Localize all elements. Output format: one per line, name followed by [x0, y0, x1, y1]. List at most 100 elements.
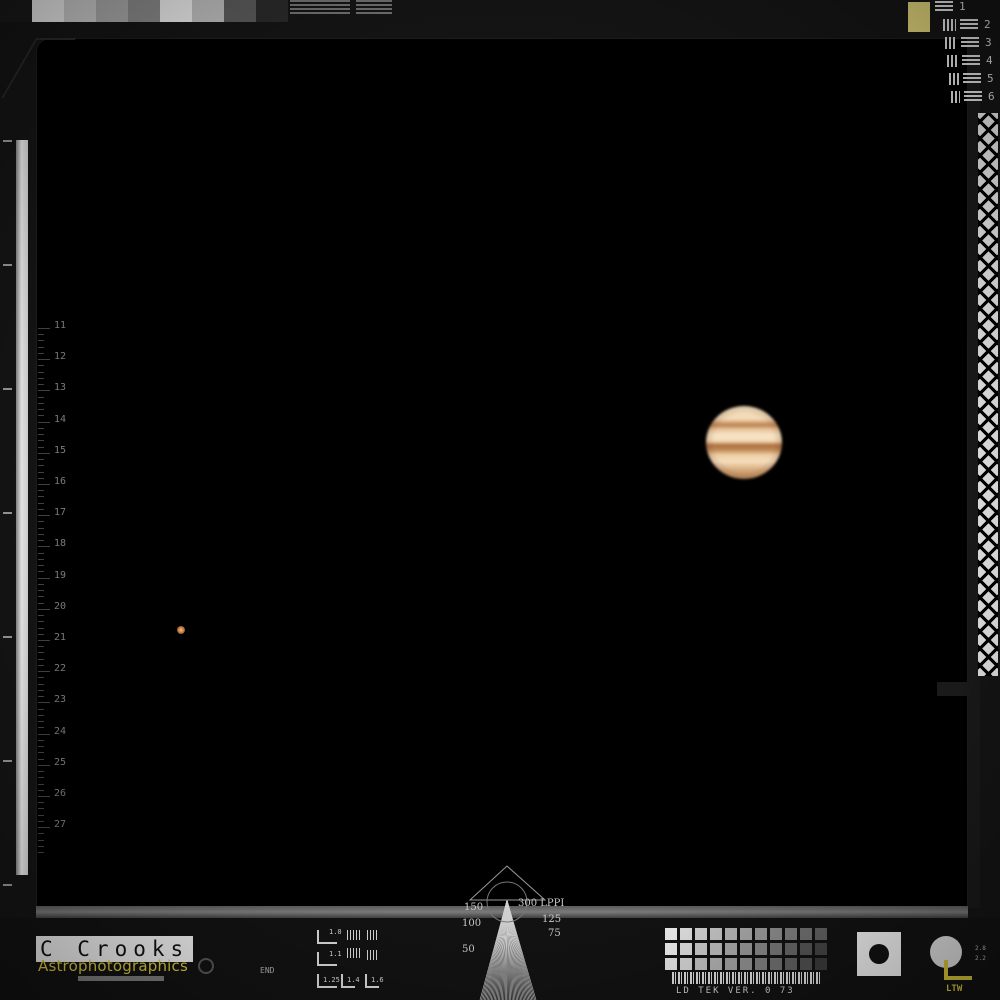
scale-tick [38, 540, 44, 542]
scale-tick [38, 334, 44, 336]
numbered-scale: 11 12 13 14 15 16 17 18 19 20 21 22 23 24 25 26 27 [38, 320, 78, 860]
scale-tick [38, 752, 44, 754]
scale-tick [38, 571, 44, 573]
scale-number: 15 [54, 444, 67, 456]
scale-number: 13 [54, 382, 67, 394]
scale-tick [38, 546, 50, 548]
scale-number: 11 [54, 320, 67, 331]
version-label: LD TEK VER. 0 73 [676, 986, 795, 996]
galilean-moon [177, 626, 185, 634]
scale-tick [38, 471, 44, 473]
left-tick [3, 264, 12, 266]
scale-tick [38, 758, 44, 760]
scale-number: 19 [54, 569, 67, 581]
scale-tick [38, 627, 44, 629]
resolution-row: 6 [951, 90, 995, 103]
resolution-row: 5 [949, 72, 994, 85]
scale-tick [38, 658, 44, 660]
scale-tick [38, 677, 44, 679]
scale-tick [38, 820, 44, 822]
fan-label-100: 100 [462, 918, 481, 929]
resolution-chart: 1 2 3 4 5 6 [905, 0, 1000, 120]
scale-tick [38, 664, 44, 666]
right-chevron-strip [978, 113, 998, 676]
scale-tick [38, 521, 44, 523]
scale-tick [38, 384, 44, 386]
scale-tick [38, 365, 44, 367]
scale-tick [38, 421, 50, 423]
scale-tick [38, 852, 44, 854]
scale-tick [38, 490, 44, 492]
scale-tick [38, 440, 44, 442]
corner-numbers: 2.8 2.2 [975, 944, 986, 964]
gray-patch [680, 928, 692, 940]
scale-tick [38, 621, 44, 623]
gray-patch [755, 943, 767, 955]
scale-tick [38, 508, 44, 510]
scale-tick [38, 796, 50, 797]
scale-tick [38, 802, 44, 804]
logo-circle-icon [198, 958, 214, 974]
gray-patch [680, 943, 692, 955]
target-bars [347, 948, 361, 958]
gray-patch [665, 943, 677, 955]
target-label: 1.6 [371, 976, 384, 984]
gray-patch [710, 928, 722, 940]
scale-tick [38, 452, 50, 454]
scale-tick [38, 702, 50, 704]
gray-patch [815, 943, 827, 955]
corner-number: 2.2 [975, 955, 986, 962]
left-tick [3, 760, 12, 762]
gray-patch [755, 958, 767, 970]
left-tick-marks [3, 140, 13, 900]
gray-patch [725, 928, 737, 940]
focus-target-square [857, 932, 901, 976]
grayscale-step [192, 0, 224, 22]
scale-tick [38, 590, 44, 592]
scale-tick [38, 352, 44, 354]
resolution-row-label: 2 [984, 18, 991, 31]
resolution-hbars [935, 0, 953, 13]
left-tick [3, 884, 12, 886]
scale-tick [38, 565, 44, 567]
resolution-hbars [960, 18, 978, 31]
scale-tick [38, 727, 44, 729]
barcode [672, 972, 822, 984]
gray-patch [815, 958, 827, 970]
scale-tick [38, 583, 44, 585]
scale-number: 25 [54, 756, 67, 768]
scale-tick [38, 783, 44, 785]
resolution-bars [943, 18, 956, 31]
scale-tick [38, 808, 44, 810]
target-label: 1.1 [329, 950, 342, 958]
scale-tick [38, 714, 44, 716]
right-notch [937, 682, 970, 696]
resolution-bars [951, 90, 960, 103]
camera-frame: 11 12 13 14 15 16 17 18 19 20 21 22 23 24 25 26 27 12345… [0, 0, 1000, 1000]
left-tick [3, 636, 12, 638]
scale-tick [38, 683, 44, 685]
fan-label-300: 300 LPPI [518, 898, 564, 909]
scale-tick [38, 615, 44, 617]
scale-tick [38, 633, 44, 635]
grayscale-step [224, 0, 256, 22]
scale-tick [38, 465, 44, 467]
end-label: END [260, 966, 275, 975]
scale-tick [38, 640, 50, 641]
scale-tick [38, 328, 50, 329]
target-label: 1.25 [323, 976, 340, 984]
top-tick-marks-b [356, 0, 392, 14]
resolution-hbars [963, 72, 981, 85]
scale-tick [38, 346, 44, 348]
scale-number: 26 [54, 788, 67, 799]
scale-tick [38, 689, 44, 691]
fan-label-50: 50 [462, 944, 475, 955]
scale-tick [38, 477, 44, 479]
grayscale-step [128, 0, 160, 22]
scale-tick [38, 652, 44, 654]
target-bars [367, 930, 379, 940]
scale-number: 22 [54, 663, 67, 675]
scale-tick [38, 771, 44, 773]
scale-tick [38, 390, 50, 392]
resolution-row-label: 3 [985, 36, 992, 49]
